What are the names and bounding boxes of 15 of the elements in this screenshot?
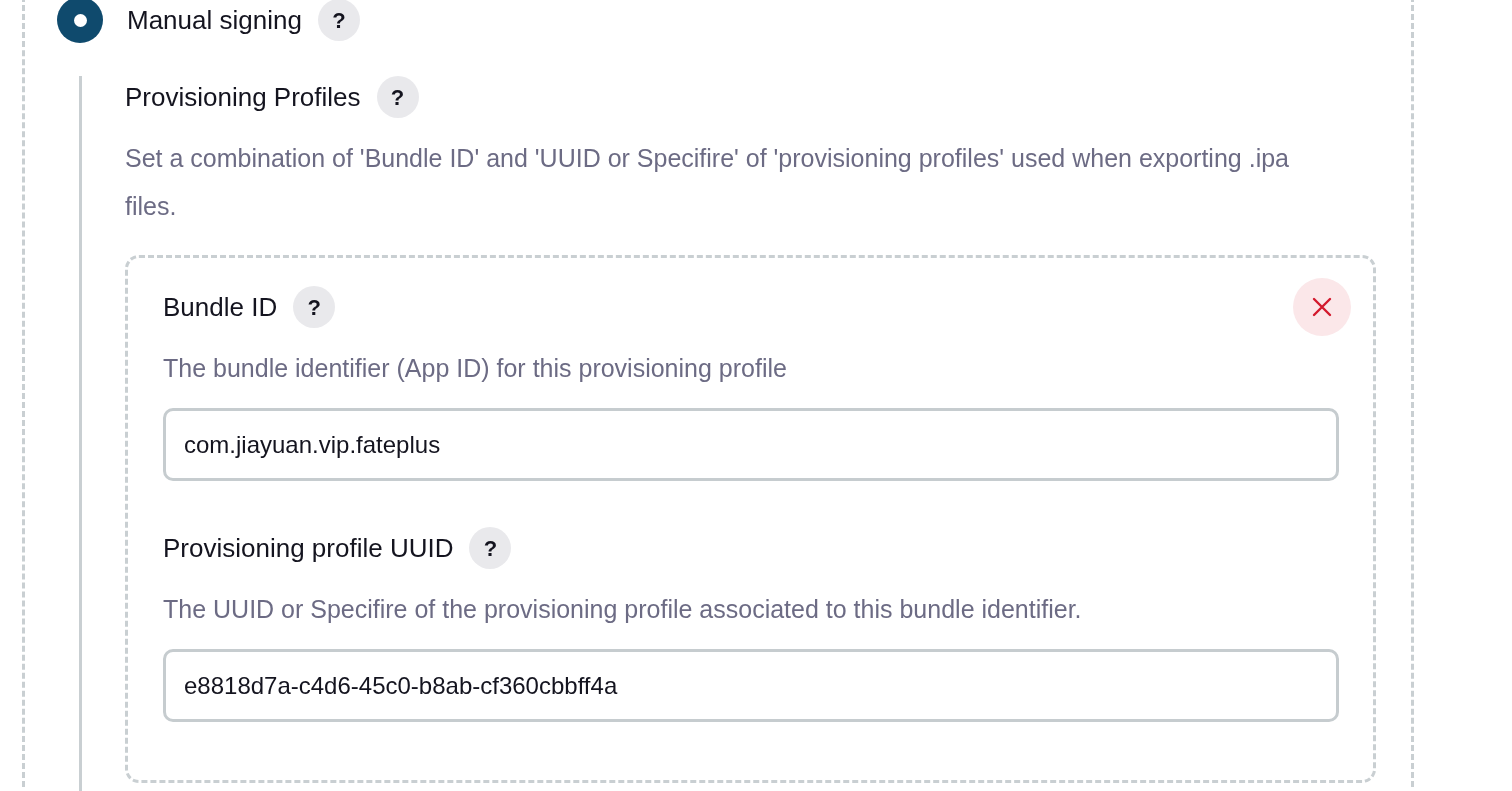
- field-description: The UUID or Specifire of the provisioning profile associated to this bundle identifier.: [163, 594, 1083, 625]
- field-label: Provisioning profile UUID: [163, 531, 454, 565]
- help-button[interactable]: ?: [293, 286, 336, 328]
- help-button[interactable]: ?: [376, 76, 419, 118]
- text-field[interactable]: e8818d7a-c4d6-45c0-b8ab-cf360cbbff4a: [163, 649, 1339, 722]
- close-icon: [1312, 297, 1332, 317]
- field-label: Bundle ID: [163, 290, 278, 324]
- radio-button[interactable]: [57, 0, 103, 43]
- section-description: Set a combination of 'Bundle ID' and 'UUID or Specifire' of 'provisioning profiles' used when exporting .ipa files.: [125, 143, 1290, 222]
- field-description: The bundle identifier (App ID) for this provisioning profile: [163, 353, 788, 384]
- section-title: Provisioning Profiles: [125, 80, 361, 114]
- help-button[interactable]: ?: [469, 527, 512, 569]
- text-field[interactable]: com.jiayuan.vip.fateplus: [163, 408, 1339, 481]
- option-label: Manual signing: [127, 3, 302, 37]
- help-button[interactable]: ?: [317, 0, 360, 41]
